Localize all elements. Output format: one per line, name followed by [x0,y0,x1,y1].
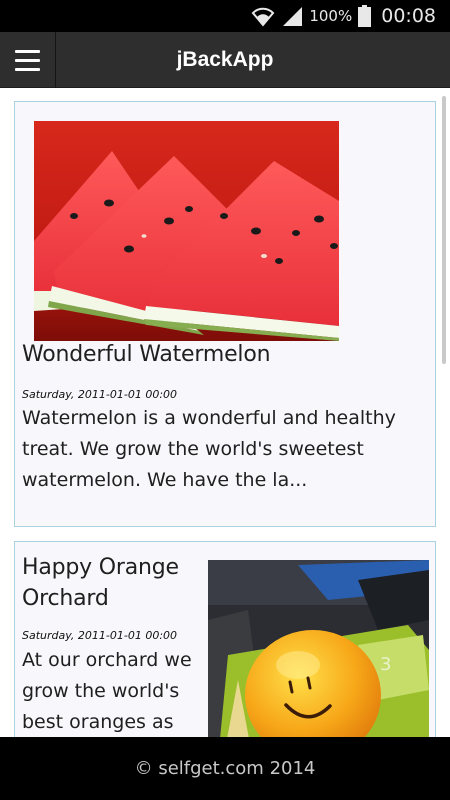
menu-button[interactable] [0,32,56,88]
post-title[interactable]: Happy Orange Orchard [22,552,202,614]
post-date: Saturday, 2011-01-01 00:00 [22,629,178,642]
post-date: Saturday, 2011-01-01 00:00 [22,388,178,401]
wifi-icon [251,7,275,27]
app-title: jBackApp [176,48,274,71]
footer: © selfget.com 2014 [0,737,450,800]
app-header: jBackApp [0,32,450,88]
clock: 00:08 [381,5,436,27]
battery-percent: 100% [309,7,353,25]
battery-icon [358,5,372,27]
post-card[interactable]: Wonderful Watermelon Saturday, 2011-01-0… [14,101,436,527]
post-title[interactable]: Wonderful Watermelon [22,342,271,367]
post-list[interactable]: Wonderful Watermelon Saturday, 2011-01-0… [0,88,450,737]
watermelon-slices-image [34,121,339,341]
post-card[interactable]: Happy Orange Orchard Saturday, 2011-01-0… [14,541,436,737]
copyright-text: © selfget.com 2014 [134,758,316,779]
status-bar-right: 100% 00:08 [251,0,436,32]
status-bar: 100% 00:08 [0,0,450,32]
signal-icon [283,7,303,26]
post-excerpt: Watermelon is a wonderful and healthy tr… [22,407,396,491]
svg-text:3: 3 [380,654,391,675]
scrollbar[interactable] [442,96,446,364]
post-excerpt: At our orchard we grow the world's best … [22,649,192,733]
smiling-orange-image: 3 [208,560,429,737]
hamburger-menu-icon [15,49,40,53]
